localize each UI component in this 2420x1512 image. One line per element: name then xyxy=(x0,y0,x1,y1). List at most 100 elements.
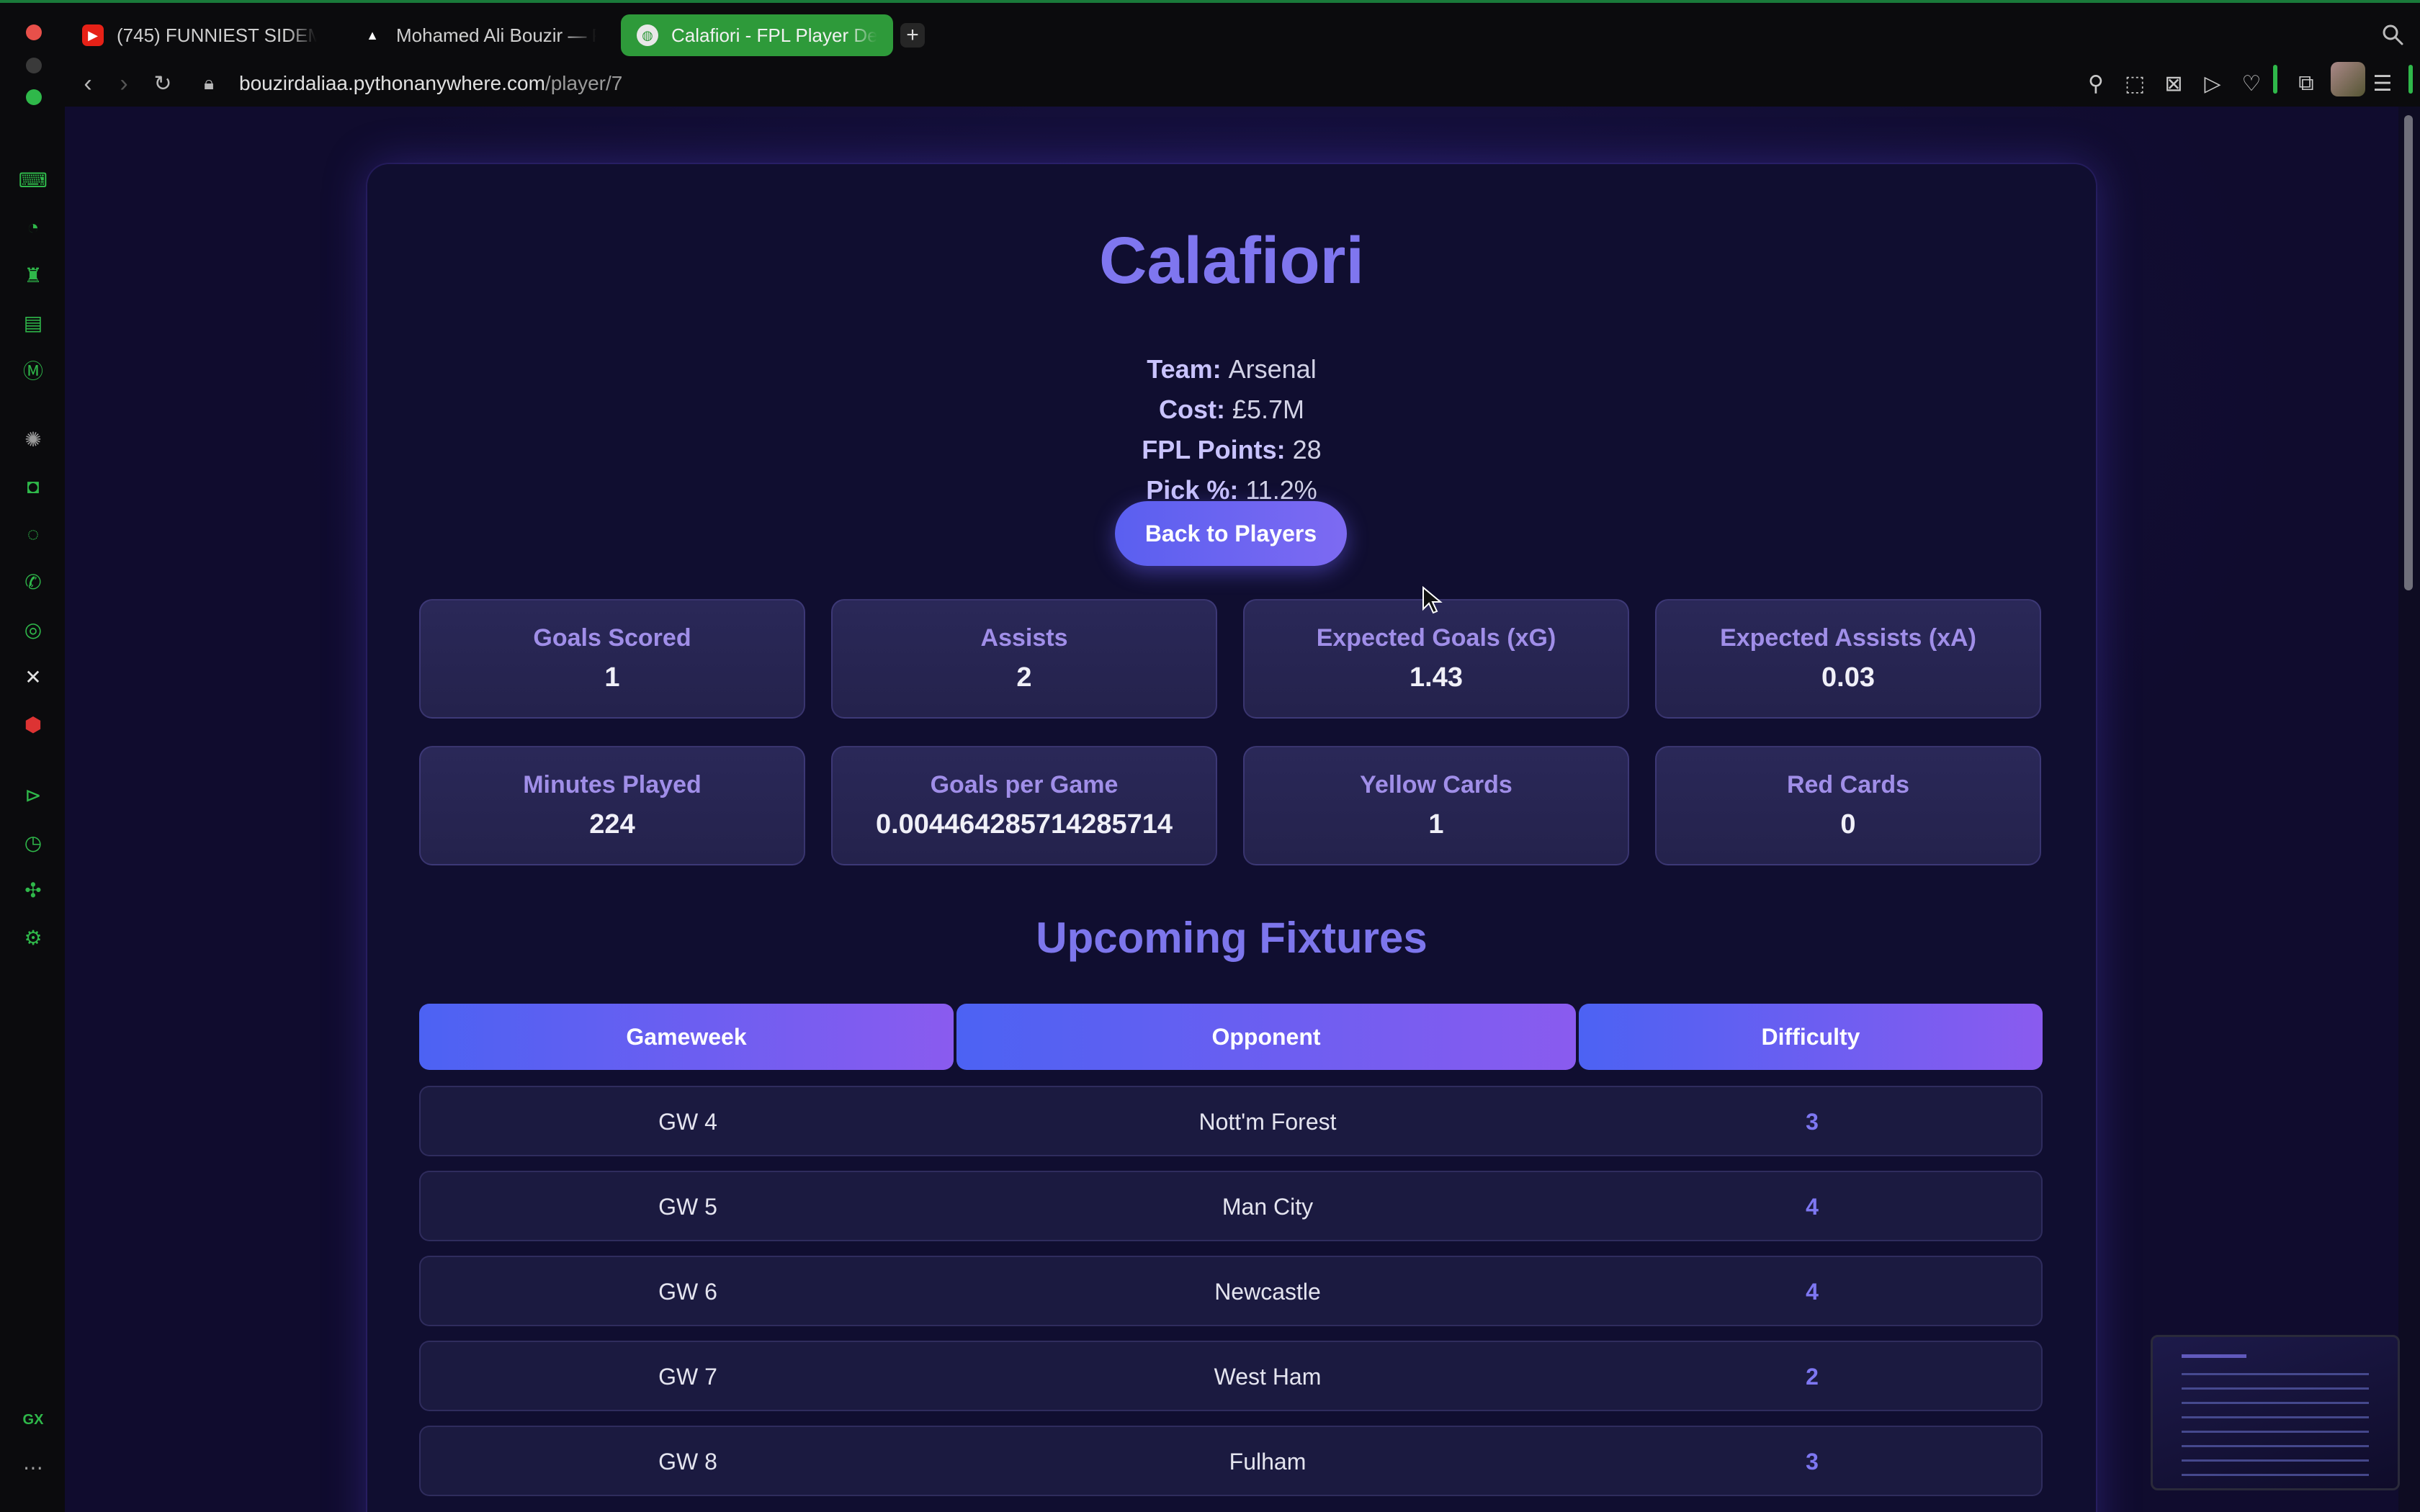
scrollbar-thumb[interactable] xyxy=(2404,115,2413,590)
x-icon[interactable]: ✕ xyxy=(19,662,48,691)
fixtures-title: Upcoming Fixtures xyxy=(1036,914,1428,962)
page-viewport: Calafiori Team: Arsenal Cost: £5.7M FPL Po… xyxy=(65,107,2398,1512)
lock-icon: 🔒︎ xyxy=(204,72,214,94)
player-icon[interactable]: ▷ xyxy=(2200,71,2226,96)
stat-red-cards: Red Cards 0 xyxy=(1655,746,2041,865)
minimize-window-button[interactable] xyxy=(26,58,42,73)
messenger-icon[interactable]: ◌ xyxy=(19,520,48,549)
stat-expected-assists: Expected Assists (xA) 0.03 xyxy=(1655,599,2041,719)
cost-label: Cost: xyxy=(1158,395,1225,424)
stat-goals-scored: Goals Scored 1 xyxy=(419,599,805,719)
difficulty-cell: 4 xyxy=(1806,1193,1819,1220)
close-window-button[interactable] xyxy=(26,24,42,40)
team-line: Team: Arsenal xyxy=(367,354,2096,384)
back-to-players-button[interactable]: Back to Players xyxy=(1115,501,1347,566)
snapshot-icon[interactable]: ⬚ xyxy=(2122,71,2148,96)
instagram-icon[interactable]: ◎ xyxy=(19,615,48,644)
whatsapp-icon[interactable]: ✆ xyxy=(19,567,48,596)
forward-arrow-icon[interactable]: › xyxy=(109,69,138,98)
stat-value: 0.03 xyxy=(1821,662,1875,693)
chatgpt-icon[interactable]: ✺ xyxy=(19,425,48,454)
header-gameweek[interactable]: Gameweek xyxy=(419,1004,954,1070)
stat-label: Yellow Cards xyxy=(1360,771,1512,798)
youtube-icon: ▶ xyxy=(82,24,104,46)
history-icon[interactable]: ◷ xyxy=(19,828,48,857)
points-label: FPL Points: xyxy=(1142,435,1286,464)
preview-line xyxy=(2182,1387,2369,1390)
profile-avatar[interactable] xyxy=(2331,62,2365,96)
pick-value: 11.2% xyxy=(1245,475,1317,505)
globe-icon: ◍ xyxy=(637,24,658,46)
opponent-cell: Nott'm Forest xyxy=(1198,1108,1337,1135)
back-arrow-icon[interactable]: ‹ xyxy=(73,69,102,98)
tab-youtube[interactable]: ▶ (745) FUNNIEST SIDEMEN xyxy=(66,14,333,56)
stat-value: 1.43 xyxy=(1410,662,1463,693)
stat-value: 0.004464285714285714 xyxy=(875,809,1173,840)
maximize-window-button[interactable] xyxy=(26,89,42,105)
stat-expected-goals: Expected Goals (xG) 1.43 xyxy=(1243,599,1629,719)
twitch-icon[interactable]: ◘ xyxy=(19,472,48,501)
opponent-cell: Newcastle xyxy=(1214,1278,1321,1305)
browser-window: ▶ (745) FUNNIEST SIDEMEN ▲ Mohamed Ali B… xyxy=(0,0,2420,1512)
search-icon[interactable] xyxy=(2381,23,2404,46)
new-tab-button[interactable]: + xyxy=(900,23,925,48)
cost-value: £5.7M xyxy=(1232,395,1305,424)
gx-label[interactable]: GX xyxy=(19,1405,48,1434)
table-row: GW 7 West Ham 2 xyxy=(419,1341,2043,1411)
player-name: Calafiori xyxy=(1098,224,1365,297)
points-line: FPL Points: 28 xyxy=(367,435,2096,465)
game-icon[interactable]: ♜ xyxy=(19,261,48,289)
header-difficulty[interactable]: Difficulty xyxy=(1579,1004,2043,1070)
gameweek-cell: GW 4 xyxy=(658,1108,717,1135)
stat-label: Goals Scored xyxy=(533,624,691,652)
stat-minutes-played: Minutes Played 224 xyxy=(419,746,805,865)
preview-line xyxy=(2182,1459,2369,1462)
extensions-icon[interactable]: ⧉ xyxy=(2293,71,2319,96)
ublock-icon[interactable]: ⬢ xyxy=(19,710,48,739)
puzzle-icon[interactable]: ✣ xyxy=(19,876,48,904)
player-card: Calafiori Team: Arsenal Cost: £5.7M FPL Po… xyxy=(367,164,2096,1512)
pick-label: Pick %: xyxy=(1146,475,1239,505)
news-icon[interactable]: ▤ xyxy=(19,308,48,337)
messenger-m-icon[interactable]: Ⓜ xyxy=(19,356,48,384)
bookmark-pin-icon[interactable]: ⚲ xyxy=(2083,71,2109,96)
stat-label: Expected Assists (xA) xyxy=(1720,624,1976,652)
cost-line: Cost: £5.7M xyxy=(367,395,2096,425)
preview-line xyxy=(2182,1431,2369,1433)
difficulty-cell: 3 xyxy=(1806,1108,1819,1135)
opponent-cell: Fulham xyxy=(1229,1448,1307,1475)
adblock-icon[interactable]: ⊠ xyxy=(2161,71,2187,96)
stat-value: 1 xyxy=(1428,809,1444,840)
points-value: 28 xyxy=(1292,435,1322,464)
gameweek-cell: GW 5 xyxy=(658,1193,717,1220)
status-indicator xyxy=(2408,65,2413,94)
url-field[interactable]: bouzirdaliaa.pythonanywhere.com/player/7 xyxy=(239,68,622,99)
preview-line xyxy=(2182,1354,2246,1358)
tab-label: Calafiori - FPL Player Deta xyxy=(671,24,877,46)
easy-setup-icon[interactable]: ☰ xyxy=(2370,71,2396,96)
difficulty-cell: 3 xyxy=(1806,1448,1819,1475)
preview-line xyxy=(2182,1402,2369,1404)
gameweek-cell: GW 8 xyxy=(658,1448,717,1475)
stat-goals-per-game: Goals per Game 0.004464285714285714 xyxy=(831,746,1217,865)
table-row: GW 4 Nott'm Forest 3 xyxy=(419,1086,2043,1156)
tab-portfolio[interactable]: ▲ Mohamed Ali Bouzir — Po xyxy=(346,14,612,56)
mouse-cursor-icon xyxy=(1422,586,1443,614)
tab-player-detail[interactable]: ◍ Calafiori - FPL Player Deta xyxy=(621,14,893,56)
player-circle-icon[interactable]: ⊳ xyxy=(19,780,48,809)
stat-assists: Assists 2 xyxy=(831,599,1217,719)
status-indicator xyxy=(2273,65,2277,94)
speed-icon[interactable]: ◔ xyxy=(19,213,48,242)
gamepad-icon[interactable]: ⌨ xyxy=(19,166,48,194)
stat-value: 2 xyxy=(1016,662,1032,693)
header-opponent[interactable]: Opponent xyxy=(956,1004,1576,1070)
tab-label: (745) FUNNIEST SIDEMEN xyxy=(117,24,317,46)
stat-label: Expected Goals (xG) xyxy=(1316,624,1556,652)
tab-preview-thumbnail[interactable] xyxy=(2151,1335,2400,1490)
more-icon[interactable]: ⋯ xyxy=(19,1453,48,1482)
preview-line xyxy=(2182,1416,2369,1418)
settings-icon[interactable]: ⚙ xyxy=(19,923,48,952)
table-row: GW 5 Man City 4 xyxy=(419,1171,2043,1241)
heart-icon[interactable]: ♡ xyxy=(2238,71,2264,96)
reload-icon[interactable]: ↻ xyxy=(148,69,177,98)
